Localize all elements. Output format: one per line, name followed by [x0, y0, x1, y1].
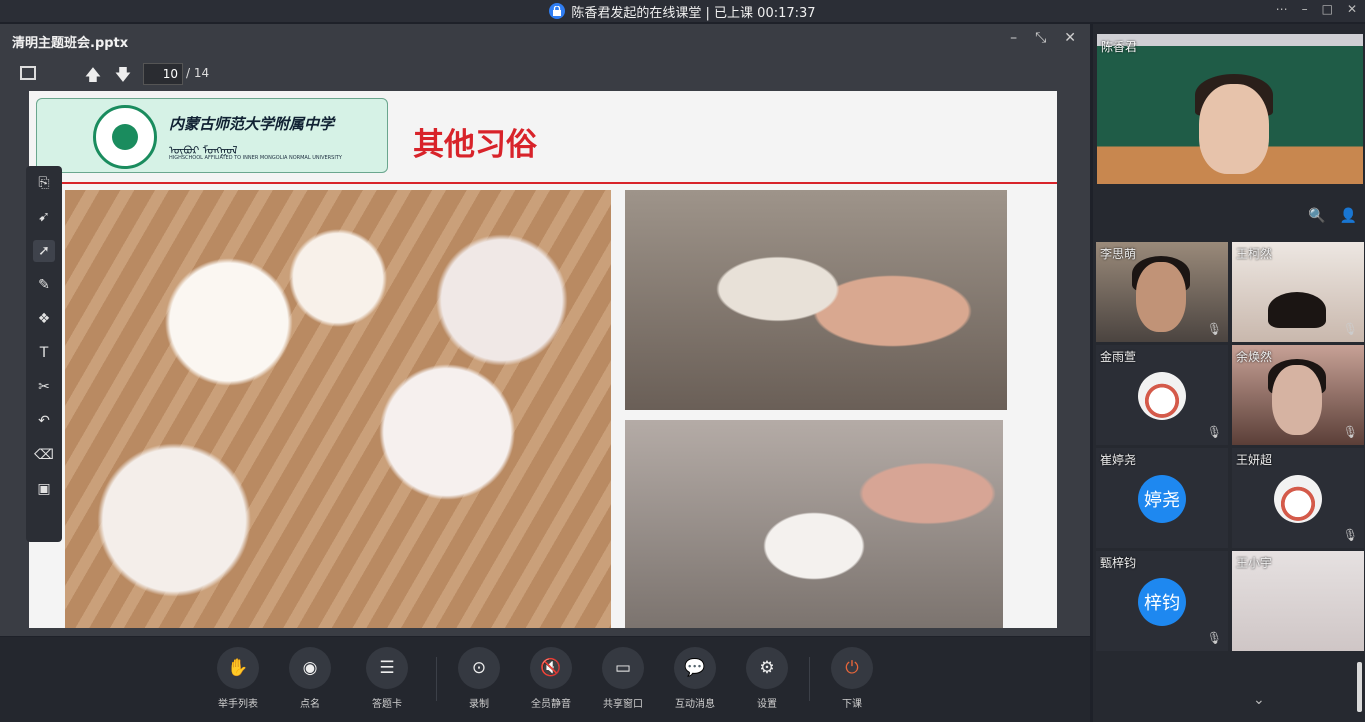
pen-icon[interactable]: ✎ [33, 274, 55, 296]
mic-muted-icon: 🎙 [1342, 528, 1358, 542]
lock-icon [549, 3, 566, 19]
record-icon: ⊙ [458, 647, 500, 689]
classroom-toolbar: ✋ 举手列表 ◉ 点名 ☰ 答题卡 ⊙ 录制 🔇 全员静音 ▭ 共享窗口 💬 互… [0, 637, 1090, 722]
share-window-button[interactable]: ▭ 共享窗口 [593, 647, 653, 710]
insert-icon[interactable]: ⎘ [33, 172, 55, 194]
settings-button[interactable]: ⚙ 设置 [737, 647, 797, 710]
end-class-button[interactable]: ⏻ 下课 [822, 647, 882, 710]
maximize-button[interactable]: □ [1322, 2, 1333, 16]
file-name: 清明主题班会.pptx [12, 36, 129, 51]
record-button[interactable]: ⊙ 录制 [449, 647, 509, 710]
shapes-icon[interactable]: ❖ [33, 308, 55, 330]
prev-page-button[interactable]: 🡅 [82, 64, 104, 84]
mute-all-icon: 🔇 [530, 647, 572, 689]
annotation-toolbar: ⎘ ➹ ➚ ✎ ❖ T ✂ ↶ ⌫ ▣ [26, 166, 62, 542]
photo-dough-birds [65, 190, 611, 628]
roll-call-button[interactable]: ◉ 点名 [280, 647, 340, 710]
photo-cutting-dough [625, 420, 1003, 628]
participant-tile[interactable]: 梓钧 甄梓钧 🎙 [1096, 551, 1228, 651]
avatar [1138, 372, 1186, 420]
avatar [1274, 475, 1322, 523]
power-icon: ⏻ [831, 647, 873, 689]
participant-tile[interactable]: 王柯然 🎙 [1232, 242, 1364, 342]
hand-raise-list-button[interactable]: ✋ 举手列表 [208, 647, 268, 710]
search-icon[interactable]: 🔍 [1308, 208, 1325, 224]
participant-tile[interactable]: 余焕然 🎙 [1232, 345, 1364, 445]
share-window-icon: ▭ [602, 647, 644, 689]
answer-card-button[interactable]: ☰ 答题卡 [357, 647, 417, 710]
participant-tile[interactable]: 婷尧 崔婷尧 [1096, 448, 1228, 548]
viewer-minimize-button[interactable]: – [1010, 30, 1017, 46]
school-name-english: HIGHSCHOOL AFFILIATED TO INNER MONGOLIA … [169, 155, 342, 161]
avatar: 婷尧 [1138, 475, 1186, 523]
mic-muted-icon: 🎙 [1206, 322, 1222, 336]
settings-dots-icon[interactable]: ⋯ [1276, 2, 1288, 16]
viewer-close-button[interactable]: ✕ [1064, 30, 1076, 46]
window-title-bar: 陈香君发起的在线课堂 | 已上课 00:17:37 ⋯ – □ ✕ [0, 0, 1365, 22]
page-total: / 14 [186, 66, 210, 80]
mic-muted-icon: 🎙 [1342, 425, 1358, 439]
teacher-name: 陈香君 [1101, 40, 1138, 54]
next-page-button[interactable]: 🡇 [112, 64, 134, 84]
slide-title: 其他习俗 [413, 127, 537, 163]
laser-pointer-icon[interactable]: ➹ [33, 206, 55, 228]
school-logo: 内蒙古师范大学附属中学 ᠥᠪᠥᠷ ᠮᠣᠩᠭᠣᠯ HIGHSCHOOL AFFIL… [36, 98, 388, 173]
page-number-input[interactable]: 10 [143, 63, 183, 85]
window-title: 陈香君发起的在线课堂 | 已上课 00:17:37 [571, 5, 816, 21]
mic-muted-icon: 🎙 [1206, 631, 1222, 645]
participant-tile[interactable]: 李思萌 🎙 [1096, 242, 1228, 342]
photo-shaping-dough [625, 190, 1007, 410]
participant-tile[interactable]: 王小宇 [1232, 551, 1364, 651]
answer-card-icon: ☰ [366, 647, 408, 689]
avatar: 梓钧 [1138, 578, 1186, 626]
teacher-video[interactable]: 陈香君 [1097, 34, 1363, 184]
select-arrow-icon[interactable]: ➚ [33, 240, 55, 262]
eraser-icon[interactable]: ⌫ [33, 444, 55, 466]
roll-call-icon: ◉ [289, 647, 331, 689]
mic-muted-icon: 🎙 [1342, 322, 1358, 336]
participant-tile[interactable]: 王妍超 🎙 [1232, 448, 1364, 548]
viewer-restore-button[interactable]: ⤡ [1035, 30, 1046, 46]
slide-canvas: 内蒙古师范大学附属中学 ᠥᠪᠥᠷ ᠮᠣᠩᠭᠣᠯ HIGHSCHOOL AFFIL… [29, 91, 1057, 628]
participant-tile[interactable]: 金雨萱 🎙 [1096, 345, 1228, 445]
mic-muted-icon: 🎙 [1206, 425, 1222, 439]
interaction-messages-button[interactable]: 💬 互动消息 [665, 647, 725, 710]
participant-panel: 陈香君 🔍 👤 李思萌 🎙 王柯然 🎙 金雨萱 🎙 余焕然 🎙 婷尧 崔婷尧 王… [1093, 24, 1365, 722]
toolbox-icon[interactable]: ▣ [33, 478, 55, 500]
settings-icon: ⚙ [746, 647, 788, 689]
scrollbar[interactable] [1357, 662, 1362, 712]
add-member-icon[interactable]: 👤 [1340, 208, 1357, 224]
thumbnail-panel-icon[interactable] [20, 66, 36, 80]
school-name: 内蒙古师范大学附属中学 [169, 115, 335, 133]
page-navigation: 🡅 🡇 10 / 14 [0, 60, 1090, 88]
undo-icon[interactable]: ↶ [33, 410, 55, 432]
school-emblem-icon [93, 105, 157, 169]
mute-all-button[interactable]: 🔇 全员静音 [521, 647, 581, 710]
chevron-down-icon[interactable]: ⌄ [1253, 692, 1265, 708]
message-icon: 💬 [674, 647, 716, 689]
document-viewer: 清明主题班会.pptx – ⤡ ✕ 🡅 🡇 10 / 14 内蒙古师范大学附属中… [0, 24, 1090, 636]
text-tool-icon[interactable]: T [33, 342, 55, 364]
title-divider [29, 182, 1057, 184]
minimize-button[interactable]: – [1302, 2, 1308, 16]
scissors-icon[interactable]: ✂ [33, 376, 55, 398]
hand-icon: ✋ [217, 647, 259, 689]
close-button[interactable]: ✕ [1347, 2, 1357, 16]
